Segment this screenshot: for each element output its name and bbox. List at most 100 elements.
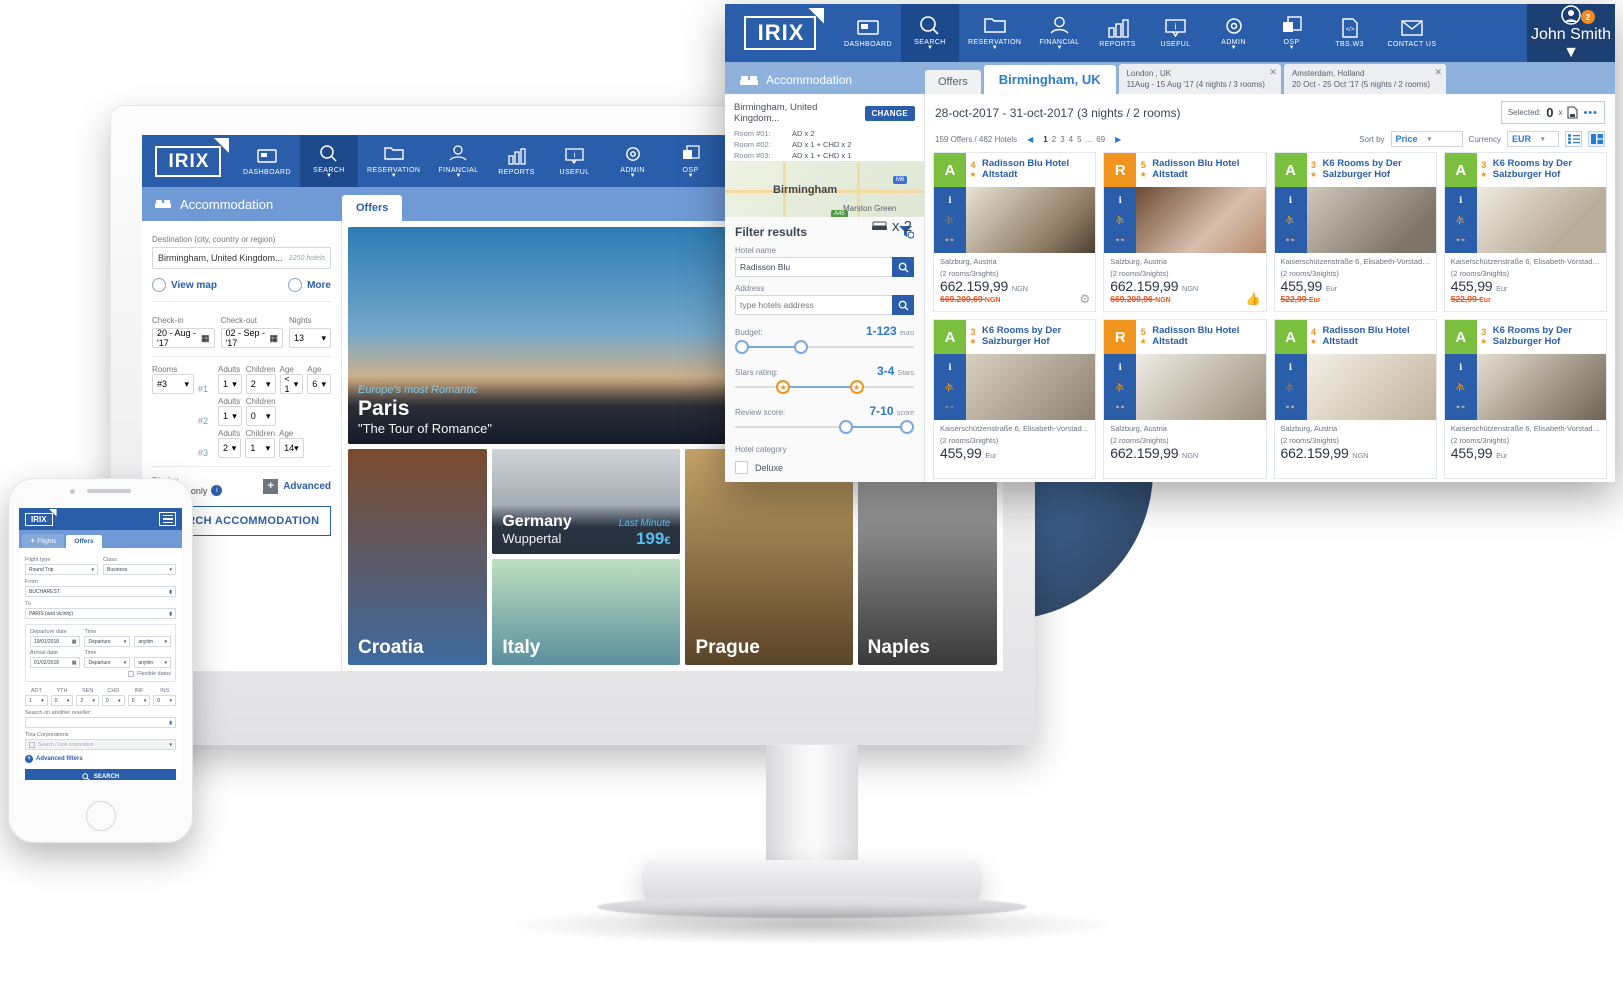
hotel-photo[interactable] (1476, 354, 1606, 420)
close-icon[interactable]: ✕ (1434, 67, 1442, 78)
user-menu[interactable]: 2 John Smith ▼ (1527, 4, 1615, 62)
info-icon[interactable]: i (211, 485, 223, 496)
gallery-icon[interactable]: 👓 (1285, 402, 1296, 413)
page-4[interactable]: 4 (1069, 135, 1073, 144)
tab-offers[interactable]: Offers (66, 535, 102, 548)
list-view-icon[interactable] (1565, 131, 1582, 147)
page-5[interactable]: 5 (1077, 135, 1081, 144)
checkin-input[interactable]: 20 - Aug - '17 ▦ (152, 328, 215, 348)
nights-select[interactable]: 13 ▾ (289, 328, 331, 348)
amenities-icon[interactable]: ⛹ (944, 215, 955, 226)
page-69[interactable]: 69 (1096, 135, 1105, 144)
hotel-name[interactable]: K6 Rooms by Der Salzburger Hof (1321, 153, 1436, 187)
module-accommodation[interactable]: Accommodation (142, 197, 342, 212)
hotel-photo[interactable] (966, 354, 1096, 420)
next-page-button[interactable]: ▶ (1115, 135, 1121, 144)
amenities-icon[interactable]: ⛹ (1455, 215, 1466, 226)
hotel-name[interactable]: Radisson Blu Hotel Altstadt (1150, 320, 1265, 354)
review-max-handle[interactable] (900, 420, 914, 434)
gallery-icon[interactable]: 👓 (1455, 235, 1466, 246)
departure-time-select[interactable]: Departure ▾ (84, 636, 131, 647)
hotel-photo[interactable] (966, 187, 1096, 253)
offer-card[interactable]: Croatia (348, 448, 488, 665)
hotel-card[interactable]: A 3 ★ K6 Rooms by Der Salzburger Hof ℹ ⛹ … (1273, 152, 1437, 312)
calendar-icon[interactable]: ▦ (269, 333, 278, 344)
more-link[interactable]: More (288, 278, 331, 292)
hotel-photo[interactable] (1136, 354, 1266, 420)
brand-logo[interactable]: IRIX (725, 4, 835, 62)
age1-select[interactable]: < 1 ▾ (279, 374, 304, 394)
nav-item-reservation[interactable]: RESERVATION ▼ (358, 135, 429, 187)
gallery-icon[interactable]: 👓 (1115, 402, 1126, 413)
hotel-name[interactable]: Radisson Blu Hotel Altstadt (1321, 320, 1436, 354)
hotel-card[interactable]: A 3 ★ K6 Rooms by Der Salzburger Hof ℹ ⛹ … (933, 319, 1097, 479)
corporation-select[interactable]: Search / look corporation ▾ (25, 739, 176, 750)
nav-item-financial[interactable]: FINANCIAL ▼ (429, 135, 487, 187)
pax-select[interactable]: 0 ▾ (50, 695, 74, 706)
prev-page-button[interactable]: ◀ (1027, 135, 1033, 144)
checkbox[interactable] (735, 461, 748, 474)
view-map-link[interactable]: View map (152, 278, 217, 292)
flexible-dates-option[interactable]: Flexible dates (30, 671, 171, 677)
age1-select[interactable]: 14 ▾ (279, 438, 304, 458)
children-select[interactable]: 0 ▾ (245, 406, 276, 426)
stars-min-handle[interactable]: ★ (776, 380, 791, 394)
adults-select[interactable]: 1 ▾ (218, 406, 242, 426)
thumb-up-icon[interactable]: 👍 (1246, 292, 1261, 306)
hotel-name[interactable]: Radisson Blu Hotel Altstadt (1150, 153, 1265, 187)
amenities-icon[interactable]: ⛹ (1455, 382, 1466, 393)
ellipsis-icon[interactable]: ••• (1583, 107, 1598, 119)
page-2[interactable]: 2 (1052, 135, 1056, 144)
nav-item-tbs-w3[interactable]: </> TBS.W3 (1321, 4, 1379, 62)
tab-london-uk[interactable]: ✕ London , UK 11Aug - 15 Aug '17 (4 nigh… (1118, 64, 1281, 94)
nav-item-financial[interactable]: FINANCIAL ▼ (1030, 4, 1088, 62)
nav-item-osp[interactable]: OSP ▼ (1263, 4, 1321, 62)
info-icon[interactable]: ℹ (1119, 195, 1122, 206)
nav-item-osp[interactable]: OSP ▼ (662, 135, 720, 187)
hotel-photo[interactable] (1306, 187, 1436, 253)
info-icon[interactable]: ℹ (948, 195, 951, 206)
address-search-button[interactable] (892, 295, 914, 315)
class-select[interactable]: Business ▾ (103, 564, 176, 575)
nav-item-reservation[interactable]: RESERVATION ▼ (959, 4, 1030, 62)
nav-item-contact-us[interactable]: CONTACT US (1379, 4, 1446, 62)
hotel-card[interactable]: R 5★ Radisson Blu Hotel Altstadt ℹ ⛹ 👓 (1103, 319, 1267, 479)
offer-card[interactable]: Europe's most Romantic Paris "The Tour o… (348, 227, 781, 444)
tab-offers[interactable]: Offers (342, 195, 403, 221)
tab-offers[interactable]: Offers (925, 70, 981, 94)
tab-flights[interactable]: ✈ Flights (22, 534, 65, 548)
grid-view-icon[interactable] (1588, 131, 1605, 147)
page-1[interactable]: 1 (1043, 135, 1047, 144)
page-3[interactable]: 3 (1060, 135, 1064, 144)
nav-item-useful[interactable]: i USEFUL (546, 135, 604, 187)
budget-slider[interactable] (735, 339, 914, 355)
hotel-card[interactable]: A 3 ★ K6 Rooms by Der Salzburger Hof ℹ ⛹ … (1443, 319, 1607, 479)
amenities-icon[interactable]: ⛹ (1115, 215, 1126, 226)
pax-select[interactable]: 1 ▾ (25, 695, 48, 706)
hotel-name-input[interactable] (735, 257, 892, 277)
info-icon[interactable]: ℹ (1289, 362, 1292, 373)
hotel-name[interactable]: Radisson Blu Hotel Altstadt (980, 153, 1095, 187)
close-icon[interactable]: ✕ (1269, 67, 1277, 78)
gallery-icon[interactable]: 👓 (1115, 235, 1126, 246)
advanced-toggle[interactable]: + Advanced (263, 478, 331, 494)
sort-select[interactable]: Price ▾ (1390, 131, 1463, 147)
home-button[interactable] (85, 801, 116, 831)
hamburger-menu-icon[interactable] (159, 512, 176, 526)
nav-item-reports[interactable]: REPORTS (488, 135, 546, 187)
budget-min-handle[interactable] (735, 340, 749, 354)
search-button[interactable]: SEARCH (25, 769, 176, 780)
hotel-photo[interactable] (1136, 187, 1266, 253)
hotel-card[interactable]: R 5★ Radisson Blu Hotel Altstadt ℹ ⛹ 👓 (1103, 152, 1267, 312)
amenities-icon[interactable]: ⛹ (1285, 382, 1296, 393)
info-icon[interactable]: ℹ (1289, 195, 1292, 206)
amenities-icon[interactable]: ⛹ (1285, 215, 1296, 226)
tab-amsterdam-holland[interactable]: ✕ Amsterdam, Holland 20 Oct - 25 Oct '17… (1283, 64, 1446, 94)
calendar-icon[interactable]: ▦ (201, 333, 210, 344)
review-min-handle[interactable] (838, 420, 853, 434)
pax-select[interactable]: 0 ▾ (127, 695, 151, 706)
hotel-card[interactable]: A 4★ Radisson Blu Hotel Altstadt ℹ ⛹ 👓 (933, 152, 1097, 312)
nav-item-dashboard[interactable]: DASHBOARD (234, 135, 300, 187)
gallery-icon[interactable]: 👓 (944, 402, 955, 413)
hotel-name[interactable]: K6 Rooms by Der Salzburger Hof (980, 320, 1095, 354)
